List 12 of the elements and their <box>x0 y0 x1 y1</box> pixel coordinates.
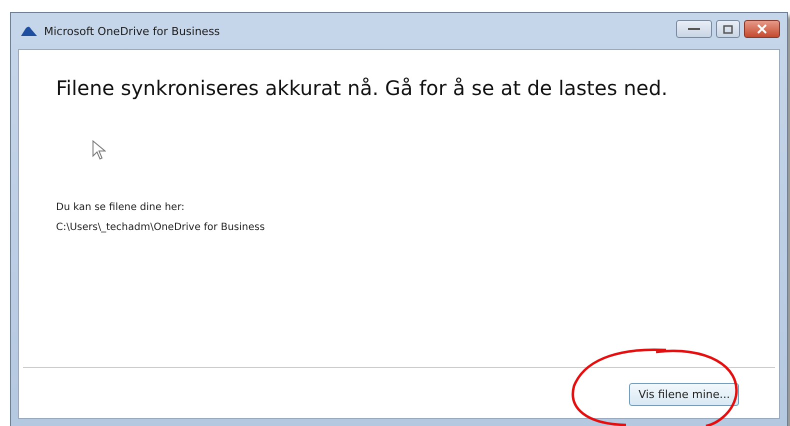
maximize-button[interactable] <box>716 20 740 38</box>
close-button[interactable] <box>744 20 780 38</box>
close-icon <box>757 24 767 34</box>
window-title: Microsoft OneDrive for Business <box>44 24 220 38</box>
heading: Filene synkroniseres akkurat nå. Gå for å se at de lastes ned. <box>56 76 669 100</box>
minimize-button[interactable] <box>676 20 712 38</box>
maximize-icon <box>723 24 733 34</box>
info-label: Du kan se filene dine her: <box>56 201 186 215</box>
pointer-icon <box>92 140 106 160</box>
folder-path: C:\Users\_techadm\OneDrive for Business <box>56 221 266 235</box>
minimize-icon <box>687 27 701 31</box>
show-files-button[interactable]: Vis filene mine... <box>629 383 739 406</box>
